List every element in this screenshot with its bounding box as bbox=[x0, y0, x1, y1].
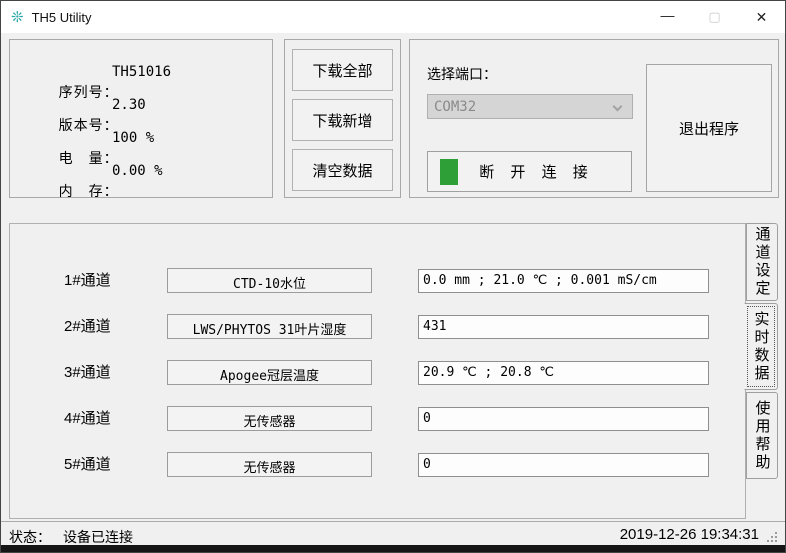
port-selected-value: COM32 bbox=[428, 95, 632, 115]
download-all-button[interactable]: 下载全部 bbox=[292, 49, 393, 91]
channel-4-reading-field[interactable]: 0 bbox=[418, 407, 709, 431]
channel-2-sensor-combobox[interactable]: LWS/PHYTOS 31叶片湿度 bbox=[167, 314, 372, 339]
channel-1-sensor-value: CTD-10水位 bbox=[168, 269, 371, 292]
channel-2-reading-field[interactable]: 431 bbox=[418, 315, 709, 339]
port-select-label: 选择端口： bbox=[427, 64, 497, 84]
data-actions-panel: 下载全部 下载新增 清空数据 bbox=[284, 39, 401, 198]
tab-help-label: 使用帮助 bbox=[747, 393, 777, 478]
version-value: 2.30 bbox=[112, 97, 146, 113]
close-icon: ✕ bbox=[756, 9, 768, 26]
status-value: 设备已连接 bbox=[63, 527, 133, 547]
tab-channel-settings[interactable]: 通道设定 bbox=[746, 223, 778, 301]
app-icon: ❊ bbox=[11, 10, 24, 25]
battery-value: 100 % bbox=[112, 130, 154, 146]
resize-grip[interactable] bbox=[767, 530, 779, 542]
tab-channel-settings-label: 通道设定 bbox=[747, 224, 777, 300]
channel-5-reading-field[interactable]: 0 bbox=[418, 453, 709, 477]
version-row: 版本号： 2.30 bbox=[32, 97, 119, 115]
channel-3-reading-field[interactable]: 20.9 ℃ ; 20.8 ℃ bbox=[418, 361, 709, 385]
channel-1-sensor-combobox[interactable]: CTD-10水位 bbox=[167, 268, 372, 293]
port-select-combobox[interactable]: COM32 bbox=[427, 94, 633, 119]
disconnect-button[interactable]: 断 开 连 接 bbox=[427, 151, 632, 192]
close-button[interactable]: ✕ bbox=[738, 1, 785, 33]
channel-5-sensor-combobox[interactable]: 无传感器 bbox=[167, 452, 372, 477]
clear-data-button[interactable]: 清空数据 bbox=[292, 149, 393, 191]
serial-number-value: TH51016 bbox=[112, 64, 171, 80]
connection-panel: 选择端口： COM32 断 开 连 接 退出程序 bbox=[409, 39, 779, 198]
channel-2-sensor-value: LWS/PHYTOS 31叶片湿度 bbox=[168, 315, 371, 338]
channel-1-label: 1#通道 bbox=[64, 268, 111, 293]
channel-5-label: 5#通道 bbox=[64, 452, 111, 477]
status-bar: 状态： 设备已连接 2019-12-26 19:34:31 bbox=[1, 521, 785, 547]
channel-3-sensor-combobox[interactable]: Apogee冠层温度 bbox=[167, 360, 372, 385]
title-bar: ❊ TH5 Utility — ▢ ✕ bbox=[1, 1, 785, 33]
app-window: ❊ TH5 Utility — ▢ ✕ 序列号： TH51016 版本号： 2.… bbox=[0, 0, 786, 553]
memory-value: 0.00 % bbox=[112, 163, 163, 179]
tab-help[interactable]: 使用帮助 bbox=[746, 392, 778, 479]
maximize-icon: ▢ bbox=[708, 9, 720, 25]
minimize-button[interactable]: — bbox=[644, 1, 691, 33]
exit-program-button[interactable]: 退出程序 bbox=[646, 64, 772, 192]
channel-3-sensor-value: Apogee冠层温度 bbox=[168, 361, 371, 384]
disconnect-button-label: 断 开 连 接 bbox=[479, 161, 594, 182]
channel-row-3: 3#通道 Apogee冠层温度 20.9 ℃ ; 20.8 ℃ bbox=[10, 360, 747, 386]
channel-row-2: 2#通道 LWS/PHYTOS 31叶片湿度 431 bbox=[10, 314, 747, 340]
battery-row: 电 量： 100 % bbox=[32, 130, 119, 148]
window-bottom-edge bbox=[1, 545, 785, 552]
channel-5-sensor-value: 无传感器 bbox=[168, 453, 371, 476]
tab-realtime-data[interactable]: 实时数据 bbox=[744, 303, 778, 390]
channel-row-1: 1#通道 CTD-10水位 0.0 mm ; 21.0 ℃ ; 0.001 mS… bbox=[10, 268, 747, 294]
minimize-icon: — bbox=[661, 7, 675, 23]
window-controls: — ▢ ✕ bbox=[644, 1, 785, 33]
channel-3-label: 3#通道 bbox=[64, 360, 111, 385]
memory-row: 内 存： 0.00 % bbox=[32, 163, 119, 181]
serial-number-row: 序列号： TH51016 bbox=[32, 64, 119, 82]
channel-data-panel: 1#通道 CTD-10水位 0.0 mm ; 21.0 ℃ ; 0.001 mS… bbox=[9, 223, 746, 519]
window-title: TH5 Utility bbox=[32, 10, 92, 25]
channel-2-label: 2#通道 bbox=[64, 314, 111, 339]
channel-4-sensor-value: 无传感器 bbox=[168, 407, 371, 430]
channel-4-label: 4#通道 bbox=[64, 406, 111, 431]
memory-label: 内 存： bbox=[59, 183, 119, 199]
connection-indicator-icon bbox=[440, 159, 458, 185]
channel-row-4: 4#通道 无传感器 0 bbox=[10, 406, 747, 432]
maximize-button[interactable]: ▢ bbox=[691, 1, 738, 33]
download-new-button[interactable]: 下载新增 bbox=[292, 99, 393, 141]
timestamp: 2019-12-26 19:34:31 bbox=[620, 526, 759, 543]
device-info-panel: 序列号： TH51016 版本号： 2.30 电 量： 100 % 内 存： 0… bbox=[9, 39, 273, 198]
tab-realtime-data-label: 实时数据 bbox=[745, 304, 777, 389]
channel-1-reading-field[interactable]: 0.0 mm ; 21.0 ℃ ; 0.001 mS/cm bbox=[418, 269, 709, 293]
channel-4-sensor-combobox[interactable]: 无传感器 bbox=[167, 406, 372, 431]
status-label: 状态： bbox=[9, 527, 51, 547]
channel-row-5: 5#通道 无传感器 0 bbox=[10, 452, 747, 478]
